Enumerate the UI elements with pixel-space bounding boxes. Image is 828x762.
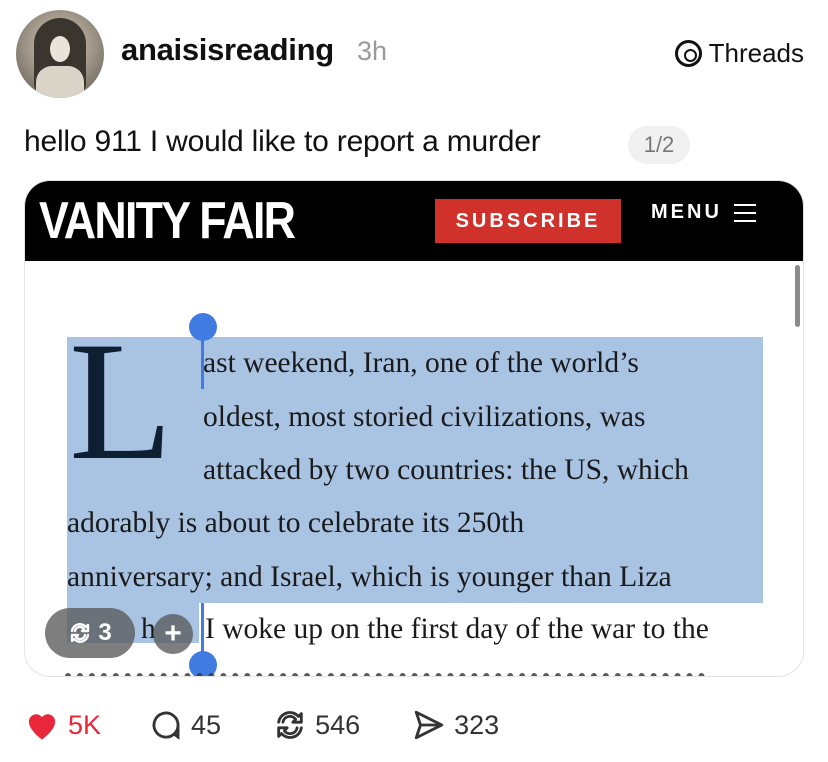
username[interactable]: anaisisreading [121,32,334,68]
repost-icon [71,623,90,643]
heart-icon [28,714,56,740]
article-line: I woke up on the first day of the war to… [205,613,709,645]
threads-label: Threads [708,38,804,68]
like-count: 5K [68,709,102,740]
selection-end-line [201,603,204,657]
avatar-figure-robe [36,66,84,98]
scrollbar [795,265,800,327]
share-count: 323 [454,709,500,740]
share-button[interactable]: 323 [412,708,499,742]
article-line: oldest, most storied civilizations, was [203,401,646,433]
hamburger-icon [733,203,756,222]
avatar[interactable] [16,10,104,98]
article-line: adorably is about to celebrate its 250th [67,507,525,539]
repost-count: 3 [98,619,112,646]
send-icon [414,710,444,740]
selection-start-line [201,337,204,389]
cut-off-text-line [65,673,705,676]
page-indicator: 1/2 [628,126,690,164]
vf-logo: VANITY FAIR [39,192,296,250]
avatar-figure-face [50,36,70,62]
comment-icon [152,711,180,740]
repost-button[interactable]: 546 [273,708,360,742]
drop-cap: L [69,307,173,495]
post-time: 3h [357,36,388,66]
add-button[interactable]: + [153,614,193,654]
repost-count: 546 [315,709,361,740]
article-line: ast weekend, Iran, one of the world’s [203,347,639,379]
attached-image[interactable]: VANITY FAIR SUBSCRIBE MENU L ast weekend… [24,180,804,677]
threads-icon [674,40,702,67]
article-line: anniversary; and Israel, which is younge… [67,561,672,593]
menu-button: MENU [651,201,756,224]
comment-count: 45 [191,709,222,740]
article-line: attacked by two countries: the US, which [203,454,689,486]
action-bar: 5K 45 546 323 [24,703,499,747]
threads-tag[interactable]: Threads [674,38,804,69]
post-text: hello 911 I would like to report a murde… [24,125,541,158]
repost-icon [277,711,303,739]
comment-button[interactable]: 45 [149,708,221,742]
like-button[interactable]: 5K [24,709,101,741]
menu-label: MENU [651,201,722,223]
vf-header: VANITY FAIR SUBSCRIBE MENU [25,181,803,261]
subscribe-button: SUBSCRIBE [435,199,621,243]
repost-count-pill[interactable]: 3 [45,608,135,658]
